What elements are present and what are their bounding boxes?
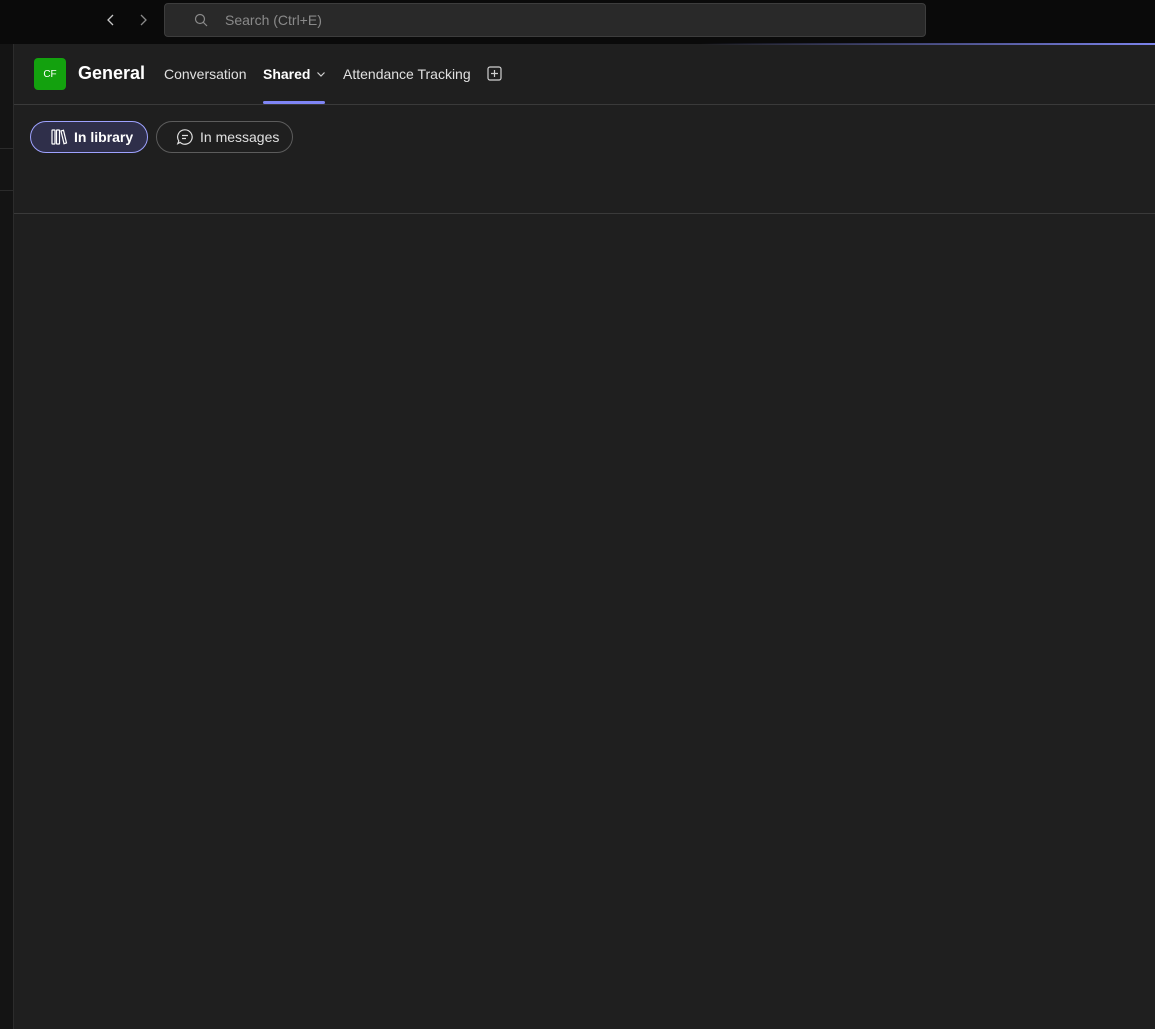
team-avatar: CF	[34, 58, 66, 90]
back-button[interactable]	[99, 8, 123, 32]
library-icon	[50, 128, 68, 146]
search-icon	[189, 8, 213, 32]
chevron-right-icon	[140, 14, 147, 26]
in-library-filter-button[interactable]: In library	[30, 121, 148, 153]
shared-filter-bar: In library In messages	[14, 105, 1155, 214]
search-input[interactable]	[225, 12, 925, 28]
left-rail	[0, 44, 14, 1029]
chevron-down-icon	[317, 72, 326, 77]
shared-content-area	[14, 214, 1155, 1029]
tab-label: Conversation	[164, 66, 247, 82]
tab-label: Attendance Tracking	[343, 66, 471, 82]
title-bar	[0, 0, 1155, 44]
filter-label: In messages	[200, 129, 280, 145]
active-tab-indicator	[263, 101, 325, 104]
rail-divider	[0, 190, 13, 191]
channel-title: General	[78, 63, 146, 83]
tab-label: Shared	[263, 66, 311, 82]
rail-divider	[0, 148, 13, 149]
channel-header: CF General Conversation Shared Attendanc…	[14, 44, 1155, 105]
filter-label: In library	[74, 129, 134, 145]
chat-bubble-icon	[176, 128, 194, 146]
tab-attendance-tracking[interactable]: Attendance Tracking	[343, 66, 471, 82]
chevron-left-icon	[107, 14, 114, 26]
in-messages-filter-button[interactable]: In messages	[156, 121, 293, 153]
tab-conversation[interactable]: Conversation	[164, 66, 247, 82]
search-box[interactable]	[164, 3, 926, 37]
tab-shared[interactable]: Shared	[263, 66, 326, 82]
forward-button[interactable]	[131, 8, 155, 32]
plus-square-icon	[486, 65, 502, 81]
add-tab-button[interactable]	[486, 65, 502, 81]
